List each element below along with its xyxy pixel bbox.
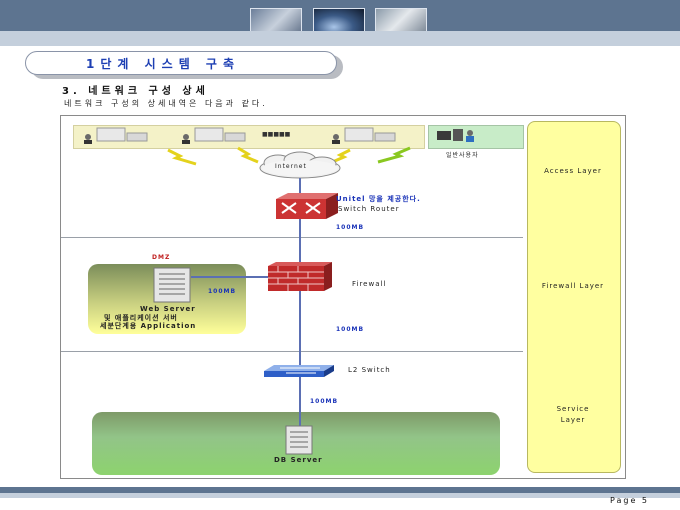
firewall-icon (268, 262, 332, 291)
general-users-label: 일반사용자 (446, 152, 479, 159)
web-server-desc-2: 세분단계용 Application (100, 322, 197, 330)
internet-label: Internet (275, 163, 307, 170)
building-icon (182, 127, 246, 144)
router-label: Switch Router (338, 205, 400, 213)
user-pc-icon (437, 129, 474, 142)
db-server-icon (285, 425, 313, 455)
building-icon (84, 127, 148, 144)
building-icon (332, 127, 396, 144)
db-server-label: DB Server (274, 456, 323, 464)
link-speed-label: 100MB (336, 326, 365, 333)
web-server-label: Web Server (140, 305, 196, 313)
firewall-label: Firewall (352, 280, 387, 288)
dmz-link-speed-label: 100MB (208, 288, 237, 295)
diagram-graphics (84, 127, 474, 455)
link-speed-label: 100MB (310, 398, 339, 405)
dmz-label: DMZ (152, 254, 171, 261)
router-provider-label: Unitel 망을 제공한다. (336, 195, 421, 203)
client-dots: ■■■■■ (262, 131, 291, 138)
footer-subband (0, 493, 680, 498)
link-speed-label: 100MB (336, 224, 365, 231)
web-server-icon (153, 267, 191, 303)
l2-switch-icon (264, 365, 334, 377)
l2-switch-label: L2 Switch (348, 366, 391, 374)
page-number: Page 5 (610, 496, 649, 505)
switch-router-icon (276, 193, 338, 219)
